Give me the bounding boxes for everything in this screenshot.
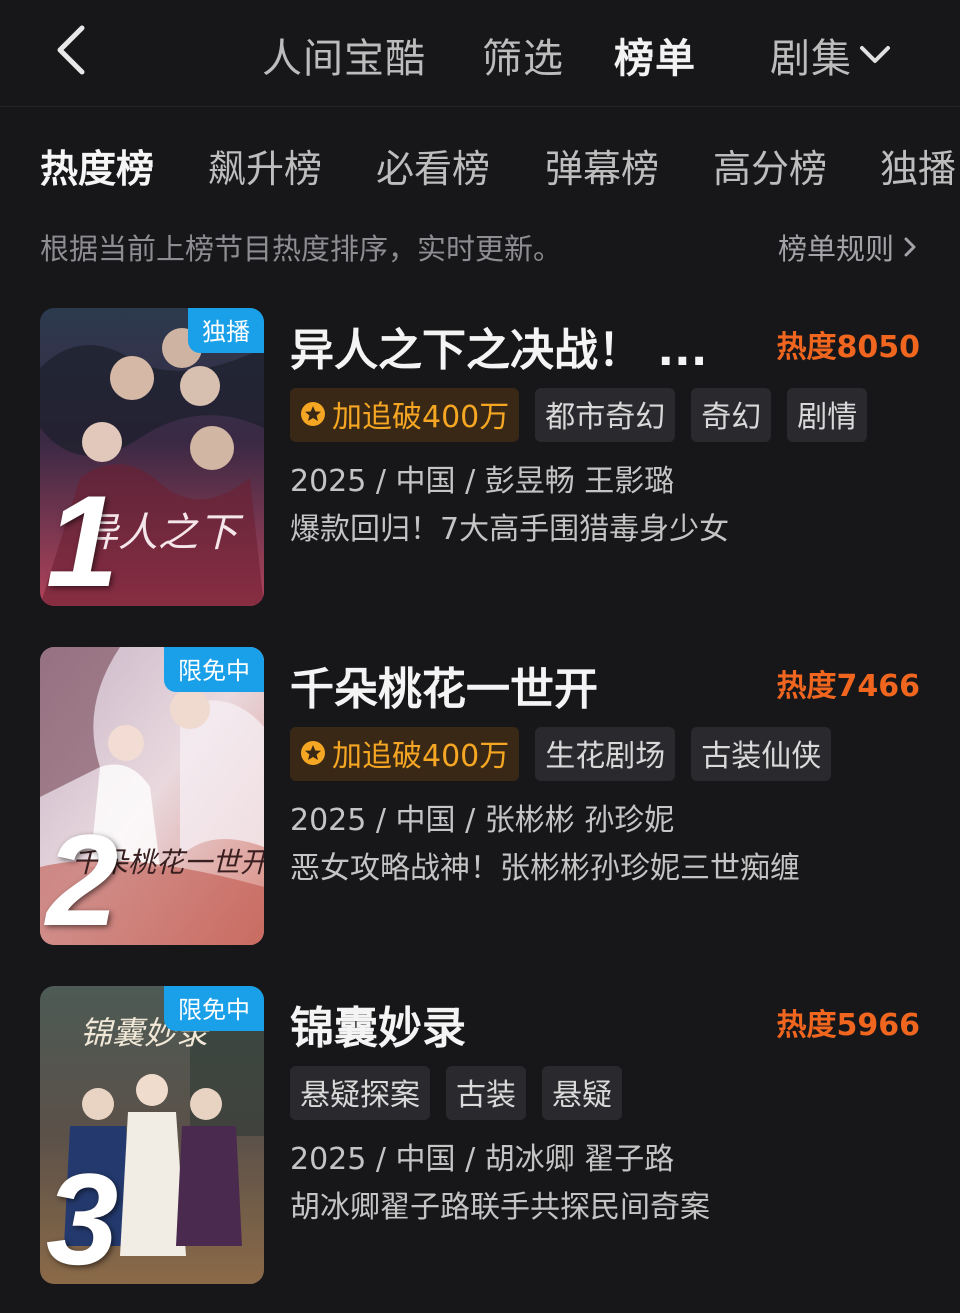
top-bar: 人间宝酷 筛选 榜单 剧集 xyxy=(0,0,960,107)
genre-tag[interactable]: 生花剧场 xyxy=(535,727,676,781)
show-title[interactable]: 千朵桃花一世开 xyxy=(290,653,598,717)
rank-number: 1 xyxy=(46,468,119,606)
poster-image[interactable]: 异人之下 独播 1 xyxy=(40,308,264,606)
show-slogan: 爆款回归！7大高手围猎毒身少女 xyxy=(290,512,730,547)
star-badge-icon xyxy=(301,741,325,765)
hot-tag-label: 加追破400万 xyxy=(332,739,510,774)
genre-tag[interactable]: 古装仙侠 xyxy=(691,727,832,781)
genre-tag[interactable]: 悬疑 xyxy=(542,1066,622,1120)
subtab-heat[interactable]: 热度榜 xyxy=(40,138,154,193)
badge-free: 限免中 xyxy=(164,986,264,1031)
ranking-description: 根据当前上榜节目热度排序，实时更新。 xyxy=(40,232,563,266)
nav-tab-ranking[interactable]: 榜单 xyxy=(614,26,696,84)
category-label: 剧集 xyxy=(770,36,852,82)
subtab-high-score[interactable]: 高分榜 xyxy=(713,138,827,193)
chevron-left-icon xyxy=(57,25,85,75)
heat-score: 热度7466 xyxy=(776,669,921,704)
genre-tag[interactable]: 悬疑探案 xyxy=(290,1066,430,1120)
genre-tag[interactable]: 剧情 xyxy=(787,388,868,442)
rules-label: 榜单规则 xyxy=(777,232,894,266)
ranking-subtabs: 热度榜 飙升榜 必看榜 弹幕榜 高分榜 独播 xyxy=(0,138,960,194)
poster-image[interactable]: 锦囊妙录 限免中 3 xyxy=(40,986,264,1284)
hot-tag: 加追破400万 xyxy=(290,727,520,781)
genre-tag[interactable]: 古装 xyxy=(446,1066,526,1120)
chevron-right-icon xyxy=(904,237,916,257)
tag-list: 悬疑探案 古装 悬疑 xyxy=(290,1066,622,1120)
ranking-rules-link[interactable]: 榜单规则 xyxy=(778,226,918,268)
ranking-item-1[interactable]: 异人之下 独播 1 异人之下之决战！ ... 热度8050 加追破400万 都市… xyxy=(40,308,920,608)
chevron-down-icon xyxy=(860,46,890,63)
rank-number: 3 xyxy=(46,1146,119,1284)
subtab-rising[interactable]: 飙升榜 xyxy=(208,138,322,193)
back-button[interactable] xyxy=(48,22,98,78)
hot-tag-label: 加追破400万 xyxy=(332,400,510,435)
star-badge-icon xyxy=(301,402,325,426)
show-slogan: 胡冰卿翟子路联手共探民间奇案 xyxy=(290,1190,710,1225)
heat-score: 热度8050 xyxy=(776,330,921,365)
genre-tag[interactable]: 奇幻 xyxy=(691,388,772,442)
badge-free: 限免中 xyxy=(164,647,264,692)
tag-list: 加追破400万 都市奇幻 奇幻 剧情 xyxy=(290,388,868,442)
show-meta: 2025 / 中国 / 彭昱畅 王影璐 xyxy=(290,464,675,499)
rank-number: 2 xyxy=(46,807,119,945)
ranking-item-3[interactable]: 锦囊妙录 限免中 3 锦囊妙录 热度5966 悬疑探案 古装 悬疑 2025 /… xyxy=(40,986,920,1286)
hot-tag: 加追破400万 xyxy=(290,388,520,442)
nav-tab-filter[interactable]: 筛选 xyxy=(482,26,564,84)
subtab-must-watch[interactable]: 必看榜 xyxy=(376,138,490,193)
genre-tag[interactable]: 都市奇幻 xyxy=(535,388,676,442)
show-slogan: 恶女攻略战神！张彬彬孙珍妮三世痴缠 xyxy=(290,851,800,886)
poster-image[interactable]: 千朵桃花一世开 限免中 2 xyxy=(40,647,264,945)
nav-tab-home[interactable]: 人间宝酷 xyxy=(262,26,426,84)
badge-exclusive: 独播 xyxy=(188,308,264,353)
nav-category-dropdown[interactable]: 剧集 xyxy=(770,26,892,84)
show-title[interactable]: 锦囊妙录 xyxy=(290,992,466,1056)
tag-list: 加追破400万 生花剧场 古装仙侠 xyxy=(290,727,832,781)
show-meta: 2025 / 中国 / 张彬彬 孙珍妮 xyxy=(290,803,675,838)
show-title[interactable]: 异人之下之决战！ ... xyxy=(290,314,707,378)
show-meta: 2025 / 中国 / 胡冰卿 翟子路 xyxy=(290,1142,675,1177)
heat-score: 热度5966 xyxy=(776,1008,921,1043)
subtab-exclusive[interactable]: 独播 xyxy=(880,138,956,193)
subtab-danmaku[interactable]: 弹幕榜 xyxy=(545,138,659,193)
ranking-item-2[interactable]: 千朵桃花一世开 限免中 2 千朵桃花一世开 热度7466 加追破400万 生花剧… xyxy=(40,647,920,947)
